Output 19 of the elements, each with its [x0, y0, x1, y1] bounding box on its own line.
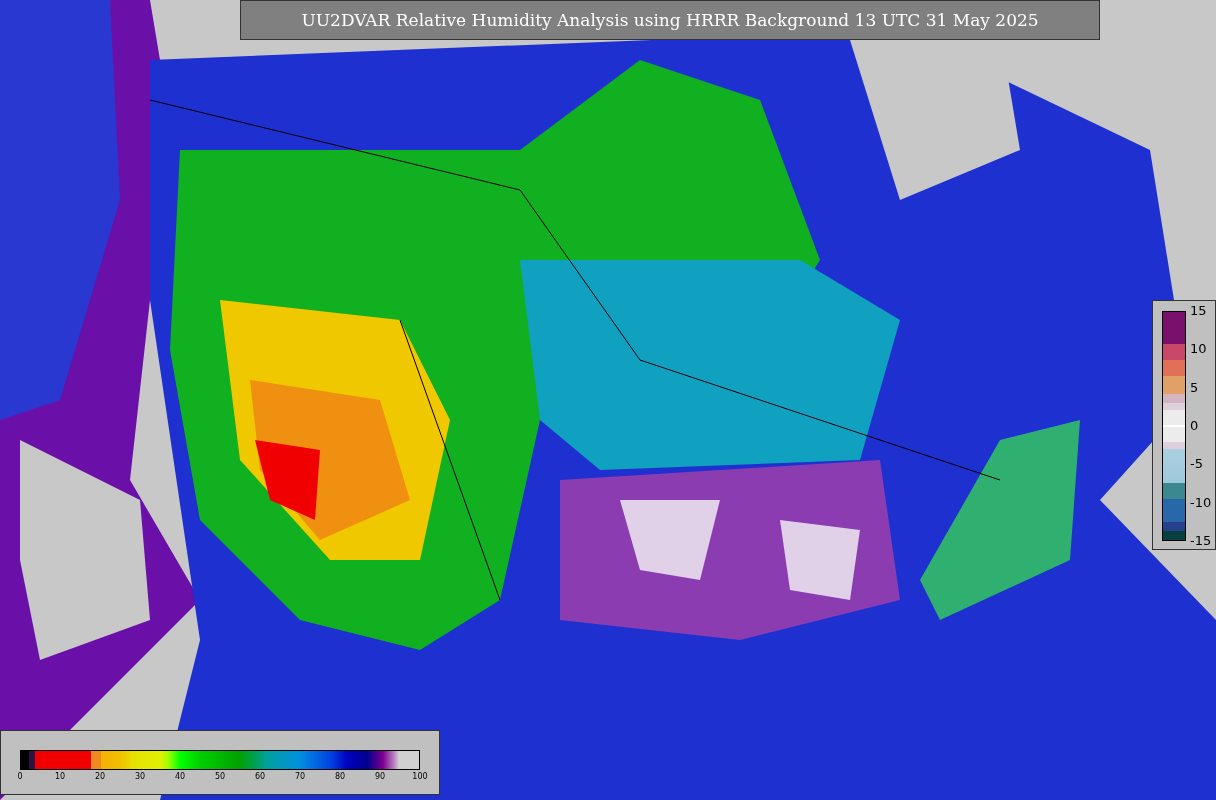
tick-label: 60	[253, 772, 267, 781]
tick-label: 90	[373, 772, 387, 781]
tick-label: 0	[1190, 417, 1200, 435]
tick-label: 15	[1190, 302, 1208, 320]
tick-label: 70	[293, 772, 307, 781]
tick-label: 0	[16, 772, 24, 781]
tick-label: 30	[133, 772, 147, 781]
tick-label: -5	[1190, 455, 1204, 474]
tick-label: 10	[53, 772, 67, 781]
tick-label: 5	[1190, 378, 1200, 397]
tick-label: 20	[93, 772, 107, 781]
tick-label: -10	[1190, 493, 1212, 512]
tick-label: 100	[411, 772, 429, 781]
tick-label: 80	[333, 772, 347, 781]
tick-label: 50	[213, 772, 227, 781]
chart-title: UU2DVAR Relative Humidity Analysis using HRRR Background 13 UTC 31 May 2025	[240, 0, 1100, 40]
tick-label: 10	[1190, 340, 1208, 359]
tick-label: 40	[173, 772, 187, 781]
tick-label: -15	[1190, 531, 1212, 550]
